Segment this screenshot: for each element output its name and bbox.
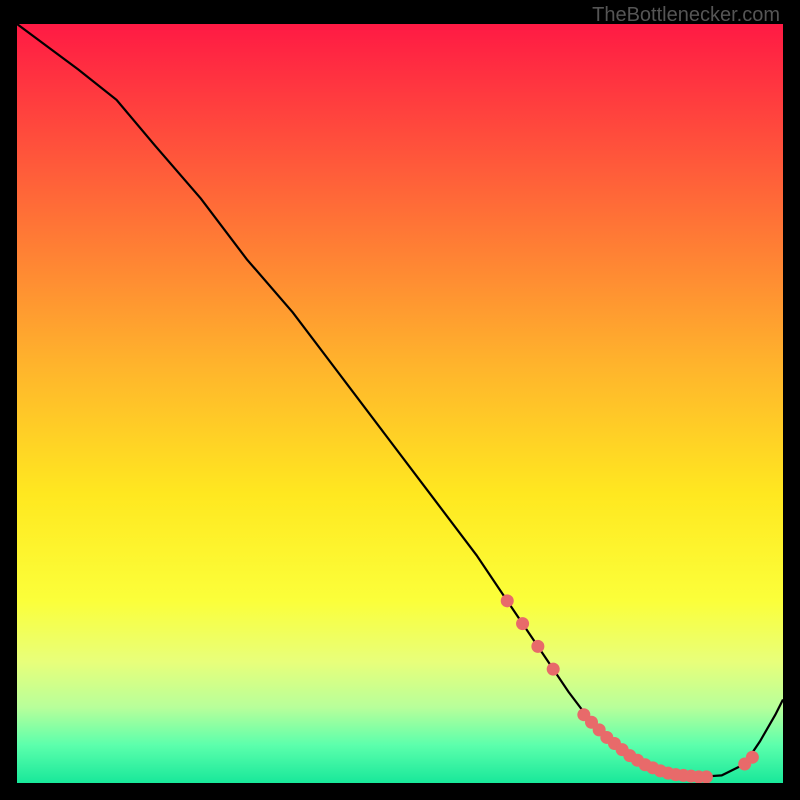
- chart-svg: [17, 24, 783, 783]
- plot-area: [17, 24, 783, 783]
- data-point: [700, 770, 713, 783]
- data-point: [746, 751, 759, 764]
- data-point: [501, 594, 514, 607]
- data-point: [516, 617, 529, 630]
- data-point: [547, 663, 560, 676]
- watermark-text: TheBottlenecker.com: [592, 4, 780, 27]
- gradient-background: [17, 24, 783, 783]
- data-point: [531, 640, 544, 653]
- chart-container: TheBottlenecker.com: [0, 0, 800, 800]
